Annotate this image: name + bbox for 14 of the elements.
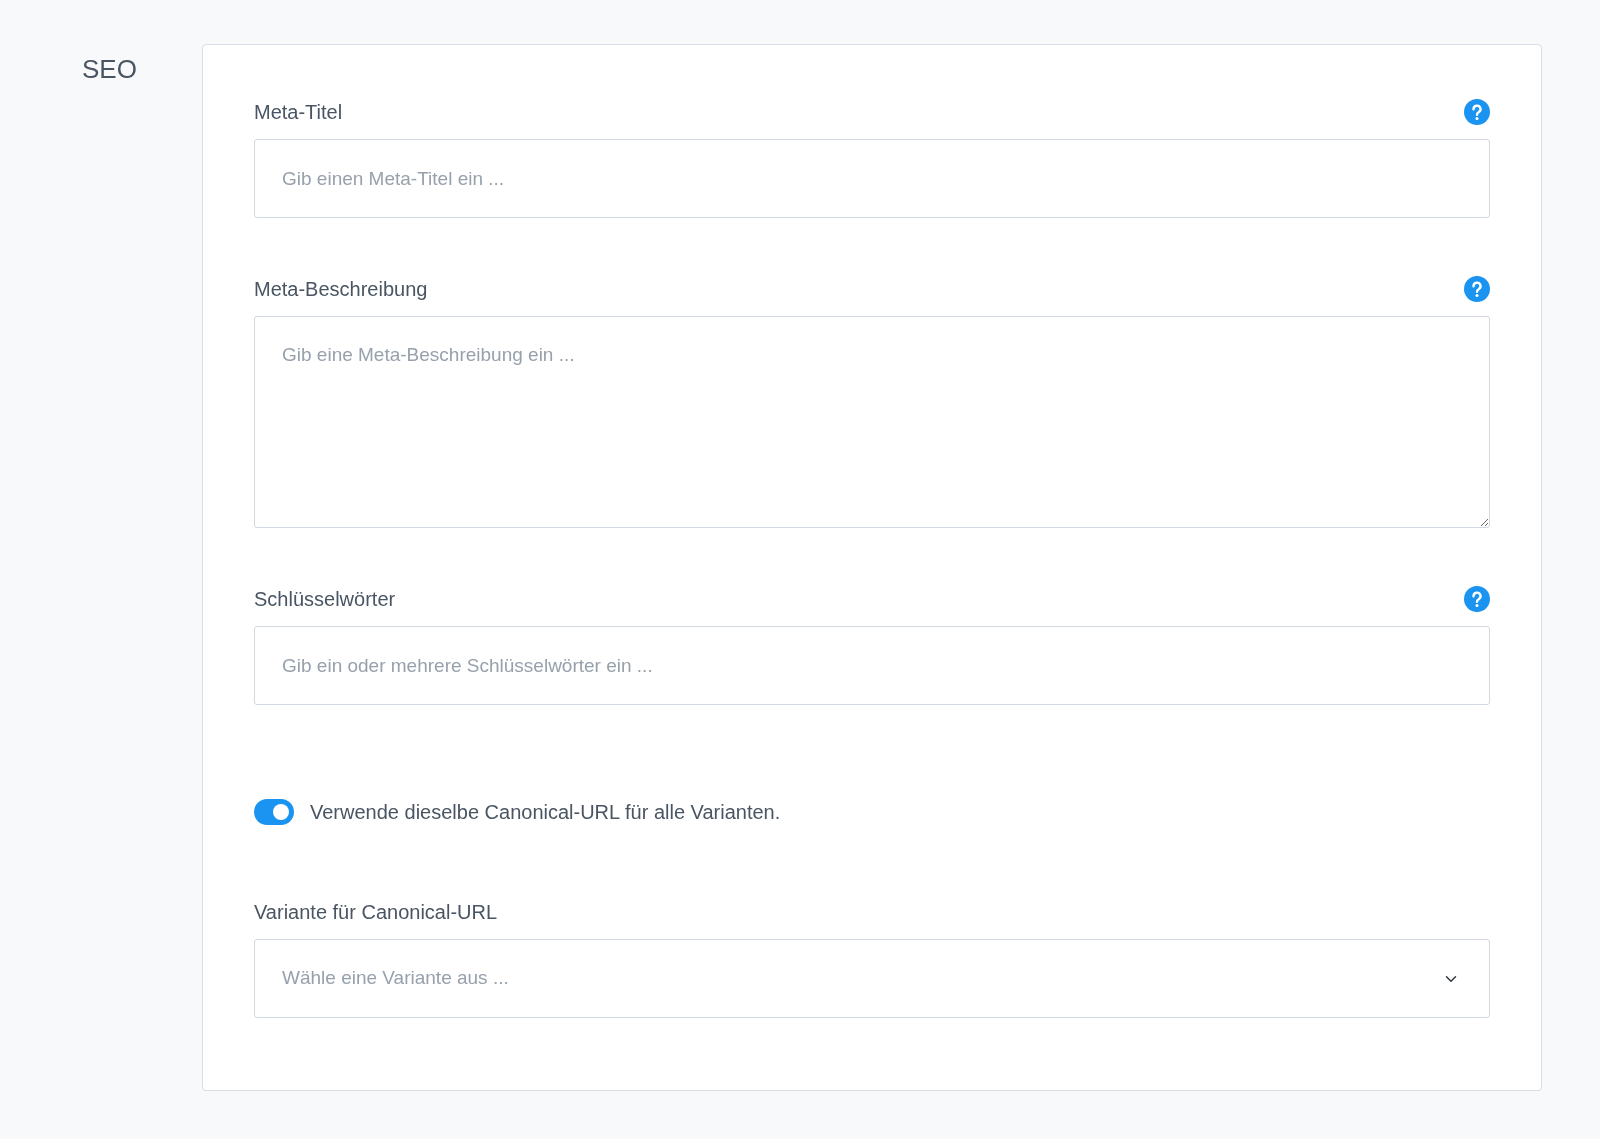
toggle-switch[interactable] [254, 799, 294, 825]
text-area[interactable]: Gib eine Meta-Beschreibung ein ... [254, 316, 1490, 528]
help-icon[interactable] [1464, 276, 1490, 302]
toggle-label: Verwende dieselbe Canonical-URL für alle Varianten. [310, 800, 781, 825]
help-icon[interactable] [1464, 99, 1490, 125]
field-label: Meta-Beschreibung [254, 277, 428, 302]
field-label: Schlüsselwörter [254, 587, 396, 612]
field-label: Variante für Canonical-URL [254, 900, 498, 925]
input-field[interactable]: Gib ein oder mehrere Schlüsselwörter ein ... [254, 626, 1490, 705]
select-field[interactable]: Wähle eine Variante aus ... [254, 939, 1490, 1018]
section-title: SEO [82, 53, 138, 86]
help-icon[interactable] [1464, 586, 1490, 612]
input-field[interactable]: Gib einen Meta-Titel ein ... [254, 139, 1490, 218]
field-label: Meta-Titel [254, 100, 343, 125]
